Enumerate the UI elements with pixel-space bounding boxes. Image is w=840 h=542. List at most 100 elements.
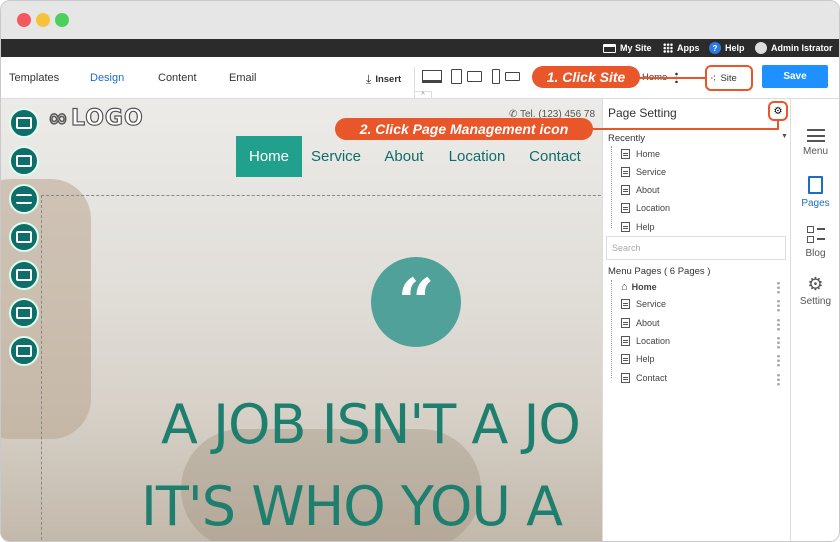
- recent-page-item[interactable]: About: [621, 185, 660, 195]
- footer-section-button[interactable]: [9, 298, 39, 328]
- page-label: Service: [636, 167, 667, 177]
- rail-item-pages[interactable]: Pages: [790, 176, 839, 209]
- menu-layout-button[interactable]: [9, 184, 39, 214]
- browser-icon: [603, 43, 616, 53]
- tab-templates[interactable]: Templates: [9, 72, 59, 84]
- site-highlight-box: [705, 65, 753, 91]
- grid-section-button[interactable]: [9, 260, 39, 290]
- mobile-landscape-icon[interactable]: [505, 72, 520, 81]
- rail-label: Setting: [799, 296, 832, 307]
- rail-item-blog[interactable]: Blog: [790, 226, 839, 259]
- my-site-link[interactable]: My Site: [603, 41, 652, 55]
- tablet-view-icon[interactable]: [451, 69, 462, 84]
- menu-page-item[interactable]: Service: [621, 299, 666, 309]
- page-options-icon[interactable]: [777, 318, 780, 331]
- page-label: Help: [636, 222, 655, 232]
- desktop-view-icon[interactable]: [422, 70, 442, 83]
- tab-design[interactable]: Design: [90, 72, 124, 84]
- page-options-icon[interactable]: [777, 336, 780, 349]
- recent-page-item[interactable]: Location: [621, 203, 670, 213]
- hero-heading-line-2[interactable]: IT'S WHO YOU A: [1, 475, 602, 538]
- help-link[interactable]: ? Help: [709, 41, 745, 55]
- help-label: Help: [725, 43, 745, 53]
- add-header-button[interactable]: [9, 146, 39, 176]
- divider: [414, 67, 415, 93]
- document-icon: [808, 176, 823, 194]
- avatar-icon: [755, 42, 767, 54]
- callout-connector: [639, 77, 705, 79]
- card-icon: [16, 345, 32, 357]
- insert-button[interactable]: ⤓ Insert: [366, 72, 401, 87]
- page-label: About: [636, 185, 660, 195]
- page-icon: [621, 299, 630, 309]
- page-label: Location: [636, 336, 671, 346]
- window-icon: [16, 117, 32, 129]
- page-management-button[interactable]: ⚙: [768, 101, 788, 121]
- rail-label: Pages: [801, 198, 830, 209]
- home-icon: ⌂: [621, 281, 628, 293]
- tablet-landscape-icon[interactable]: [467, 71, 482, 82]
- rail-item-setting[interactable]: ⚙ Setting: [790, 274, 839, 307]
- maximize-window-button[interactable]: [55, 13, 69, 27]
- gears-icon: ⚙: [807, 274, 824, 294]
- page-options-icon[interactable]: [777, 299, 780, 312]
- caret-down-icon[interactable]: ▼: [781, 133, 788, 140]
- mobile-view-icon[interactable]: [492, 69, 500, 84]
- page-label: About: [636, 318, 660, 328]
- layout-icon: [16, 155, 32, 167]
- save-button[interactable]: Save: [762, 65, 828, 88]
- site-logo[interactable]: ∞ LOGO: [47, 103, 144, 133]
- callout-connector: [593, 128, 779, 130]
- insert-label: Insert: [375, 74, 402, 85]
- page-options-icon[interactable]: [777, 281, 780, 294]
- menu-page-item[interactable]: Location: [621, 336, 670, 346]
- recent-page-item[interactable]: Help: [621, 222, 655, 232]
- hero-heading-line-1[interactable]: A JOB ISN'T A JO: [1, 393, 602, 456]
- tab-email[interactable]: Email: [229, 72, 257, 84]
- close-window-button[interactable]: [17, 13, 31, 27]
- list-icon: [16, 194, 32, 204]
- page-search-input[interactable]: Search: [606, 236, 786, 260]
- menu-page-item-home[interactable]: ⌂ Home: [621, 281, 657, 293]
- window-chrome: [1, 1, 839, 39]
- hamburger-icon: [806, 129, 825, 142]
- infinity-logo-icon: ∞: [47, 103, 69, 133]
- page-icon: [621, 185, 630, 195]
- contact-section-button[interactable]: [9, 336, 39, 366]
- tree-line: [611, 280, 612, 378]
- site-nav-contact[interactable]: Contact: [523, 136, 587, 177]
- page-label: Home: [631, 282, 657, 292]
- page-label: Contact: [636, 373, 668, 383]
- question-icon: ?: [709, 42, 721, 54]
- page-options-icon[interactable]: [777, 354, 780, 367]
- top-bar: My Site Apps ? Help Admin Istrator: [1, 39, 839, 57]
- page-icon: [621, 373, 630, 383]
- recent-page-item[interactable]: Service: [621, 167, 666, 177]
- image-section-button[interactable]: [9, 222, 39, 252]
- recent-page-item[interactable]: Home: [621, 149, 660, 159]
- add-section-button[interactable]: [9, 108, 39, 138]
- page-icon: [621, 149, 630, 159]
- tab-content[interactable]: Content: [158, 72, 197, 84]
- callout-step-1: 1. Click Site: [532, 66, 640, 88]
- rail-item-menu[interactable]: Menu: [790, 129, 839, 157]
- gears-icon: ⚙: [773, 105, 783, 117]
- apps-link[interactable]: Apps: [663, 41, 700, 55]
- menu-page-item[interactable]: Contact: [621, 373, 667, 383]
- page-setting-panel: Page Setting Recently ▼ Home Service Abo…: [602, 99, 790, 541]
- logo-text: LOGO: [70, 105, 144, 131]
- user-menu[interactable]: Admin Istrator: [755, 41, 833, 55]
- page-icon: [621, 222, 630, 232]
- callout-connector: [777, 121, 779, 130]
- site-nav-service[interactable]: Service: [305, 136, 367, 177]
- grid-layout-icon: [16, 269, 32, 281]
- site-nav-location[interactable]: Location: [441, 136, 513, 177]
- site-nav-about[interactable]: About: [377, 136, 431, 177]
- minimize-window-button[interactable]: [36, 13, 50, 27]
- menu-page-item[interactable]: Help: [621, 354, 655, 364]
- site-nav-home[interactable]: Home: [236, 136, 302, 177]
- page-options-icon[interactable]: [777, 373, 780, 386]
- menu-page-item[interactable]: About: [621, 318, 660, 328]
- user-name: Admin Istrator: [771, 43, 833, 53]
- collapse-toolbar-icon[interactable]: ^: [414, 91, 432, 99]
